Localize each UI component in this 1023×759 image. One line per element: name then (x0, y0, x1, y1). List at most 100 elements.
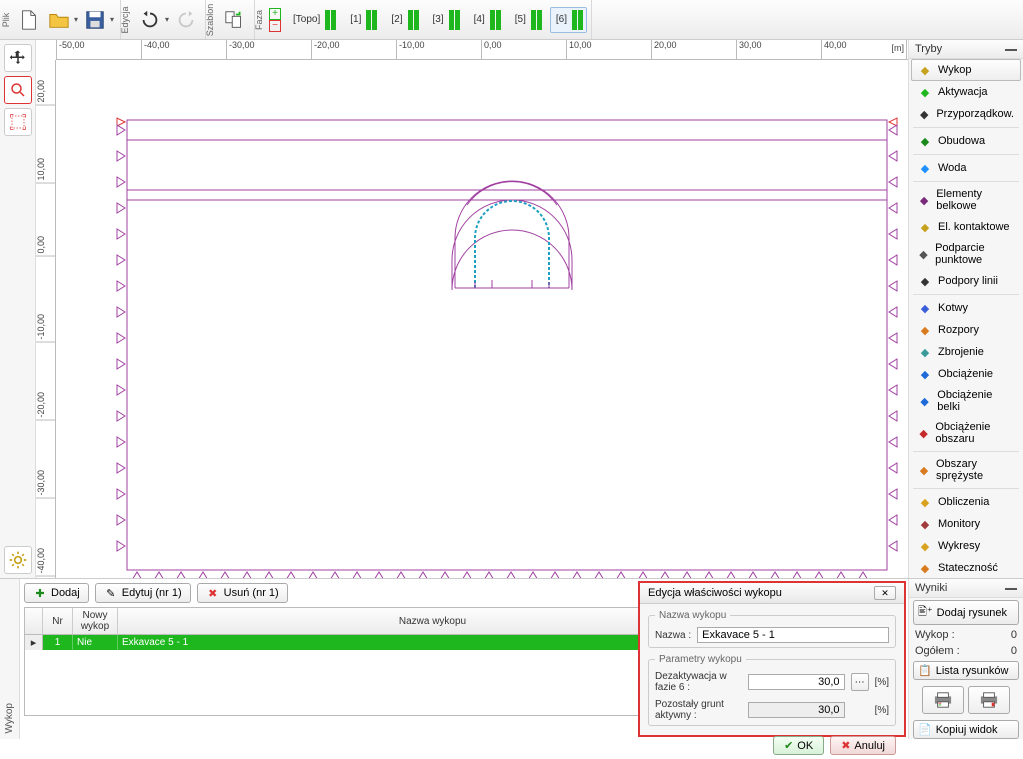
mode-el-kontaktowe[interactable]: ◆El. kontaktowe (911, 216, 1021, 238)
dialog-close-button[interactable]: ✕ (874, 586, 896, 600)
horizontal-ruler: [m] -50,00-40,00-30,00-20,00-10,000,0010… (56, 40, 908, 60)
name-label: Nazwa : (655, 630, 691, 641)
mode-obci-enie-obszaru[interactable]: ◆Obciążenie obszaru (911, 417, 1021, 449)
mode-kotwy[interactable]: ◆Kotwy (911, 297, 1021, 319)
results-title: Wyniki (915, 582, 947, 594)
modes-panel: Tryby ◆Wykop◆Aktywacja◆Przyporządkow. ◆Ob… (908, 40, 1023, 578)
dialog-title: Edycja właściwości wykopu (648, 587, 782, 599)
open-file-button[interactable] (45, 6, 73, 34)
canvas-area[interactable]: [m] -50,00-40,00-30,00-20,00-10,000,0010… (36, 40, 908, 578)
add-button[interactable]: ✚ Dodaj (24, 583, 89, 603)
add-phase-button[interactable]: + (269, 8, 281, 20)
undo-button[interactable] (136, 6, 164, 34)
bottom-tab-label: Wykop (4, 703, 15, 733)
mode-elementy-belkowe[interactable]: ◆Elementy belkowe (911, 184, 1021, 216)
mode-przyporz-dkow-[interactable]: ◆Przyporządkow. (911, 103, 1021, 125)
mode-obci-enie-belki[interactable]: ◆Obciążenie belki (911, 385, 1021, 417)
mode-wykresy[interactable]: ◆Wykresy (911, 535, 1021, 557)
redo-button[interactable] (172, 6, 200, 34)
add-drawing-button[interactable]: 🖹⁺ Dodaj rysunek (913, 600, 1019, 625)
mode-wykop[interactable]: ◆Wykop (911, 59, 1021, 81)
pan-tool[interactable] (4, 44, 32, 72)
mode-obci-enie[interactable]: ◆Obciążenie (911, 363, 1021, 385)
redo-icon (175, 9, 197, 31)
phase-topo[interactable]: [Topo] (287, 7, 340, 33)
settings-button[interactable] (4, 546, 32, 574)
open-folder-icon (48, 9, 70, 31)
new-file-button[interactable] (15, 6, 43, 34)
undo-icon (139, 9, 161, 31)
zoom-tool[interactable] (4, 76, 32, 104)
phase-5[interactable]: [5] (509, 7, 546, 33)
group-label-template: Szablon (205, 0, 215, 40)
edit-button[interactable]: ✎ Edytuj (nr 1) (95, 583, 191, 603)
mode-stateczno-[interactable]: ◆Stateczność (911, 557, 1021, 579)
group-name-legend: Nazwa wykopu (655, 610, 730, 621)
mode-podpory-linii[interactable]: ◆Podpory linii (911, 270, 1021, 292)
drawing-list-button[interactable]: 📋 Lista rysunków (913, 661, 1019, 680)
ruler-unit: [m] (892, 43, 905, 53)
mode-zbrojenie[interactable]: ◆Zbrojenie (911, 341, 1021, 363)
modes-title: Tryby (915, 43, 942, 55)
mode-woda[interactable]: ◆Woda (911, 157, 1021, 179)
group-params-legend: Parametry wykopu (655, 654, 746, 665)
result-row: Ogółem : 0 (909, 643, 1023, 659)
drawing-viewport (56, 60, 908, 578)
copy-icon: 📄 (918, 723, 932, 736)
mode-podparcie-punktowe[interactable]: ◆Podparcie punktowe (911, 238, 1021, 270)
mode-aktywacja[interactable]: ◆Aktywacja (911, 81, 1021, 103)
mode-obudowa[interactable]: ◆Obudowa (911, 130, 1021, 152)
deakt-more-button[interactable]: ⋯ (851, 673, 869, 691)
bottom-panel: ✚ Dodaj ✎ Edytuj (nr 1) ✖ Usuń (nr 1) Nr… (20, 579, 908, 739)
save-button[interactable] (81, 6, 109, 34)
col-nr: Nr (43, 608, 73, 634)
mode-obliczenia[interactable]: ◆Obliczenia (911, 491, 1021, 513)
phase-6[interactable]: [6] (550, 7, 587, 33)
group-label-phase: Faza (254, 0, 264, 40)
bottom-tab[interactable]: Wykop (0, 579, 20, 739)
x-icon: ✖ (206, 586, 220, 600)
copy-view-button[interactable]: 📄 Kopiuj widok (913, 720, 1019, 739)
phase-2[interactable]: [2] (385, 7, 422, 33)
print-bw-button[interactable] (968, 686, 1010, 714)
group-label-file: Plik (1, 0, 11, 40)
row-handle[interactable]: ▸ (25, 635, 43, 650)
mode-rozpory[interactable]: ◆Rozpory (911, 319, 1021, 341)
phase-1[interactable]: [1] (344, 7, 381, 33)
group-label-edit: Edycja (120, 0, 130, 40)
plus-icon: ✚ (33, 586, 47, 600)
col-nowy: Nowy wykop (73, 608, 118, 634)
gear-icon (8, 550, 28, 570)
pencil-icon: ✎ (104, 586, 118, 600)
remove-phase-button[interactable]: − (269, 20, 281, 32)
results-minimize[interactable] (1005, 586, 1017, 590)
save-icon (84, 9, 106, 31)
new-file-icon (18, 9, 40, 31)
magnifier-icon (9, 81, 27, 99)
template-icon (224, 9, 246, 31)
deakt-input[interactable] (748, 674, 845, 690)
open-dropdown[interactable]: ▾ (72, 15, 80, 24)
template-button[interactable] (221, 6, 249, 34)
phase-3[interactable]: [3] (427, 7, 464, 33)
results-panel: Wyniki 🖹⁺ Dodaj rysunek Wykop : 0 Ogółem… (908, 579, 1023, 739)
save-dropdown[interactable]: ▾ (108, 15, 116, 24)
undo-dropdown[interactable]: ▾ (163, 15, 171, 24)
delete-button[interactable]: ✖ Usuń (nr 1) (197, 583, 288, 603)
name-input[interactable] (697, 627, 889, 643)
phase-tabs: [Topo] [1][2][3][4][5][6] (281, 7, 587, 33)
pozost-label: Pozostały grunt aktywny : (655, 699, 742, 721)
move-icon (9, 49, 27, 67)
extent-icon (9, 113, 27, 131)
add-drawing-icon: 🖹⁺ (918, 603, 933, 622)
pozost-input[interactable] (748, 702, 845, 718)
phase-4[interactable]: [4] (468, 7, 505, 33)
deakt-label: Dezaktywacja w fazie 6 : (655, 671, 742, 693)
mode-monitory[interactable]: ◆Monitory (911, 513, 1021, 535)
mode-obszary-spr-yste[interactable]: ◆Obszary sprężyste (911, 454, 1021, 486)
minimize-button[interactable] (1005, 47, 1017, 51)
deakt-unit: [%] (875, 677, 889, 688)
vertical-ruler: 20,0010,000,00-10,00-20,00-30,00-40,00 (36, 60, 56, 578)
extent-tool[interactable] (4, 108, 32, 136)
print-color-button[interactable] (922, 686, 964, 714)
